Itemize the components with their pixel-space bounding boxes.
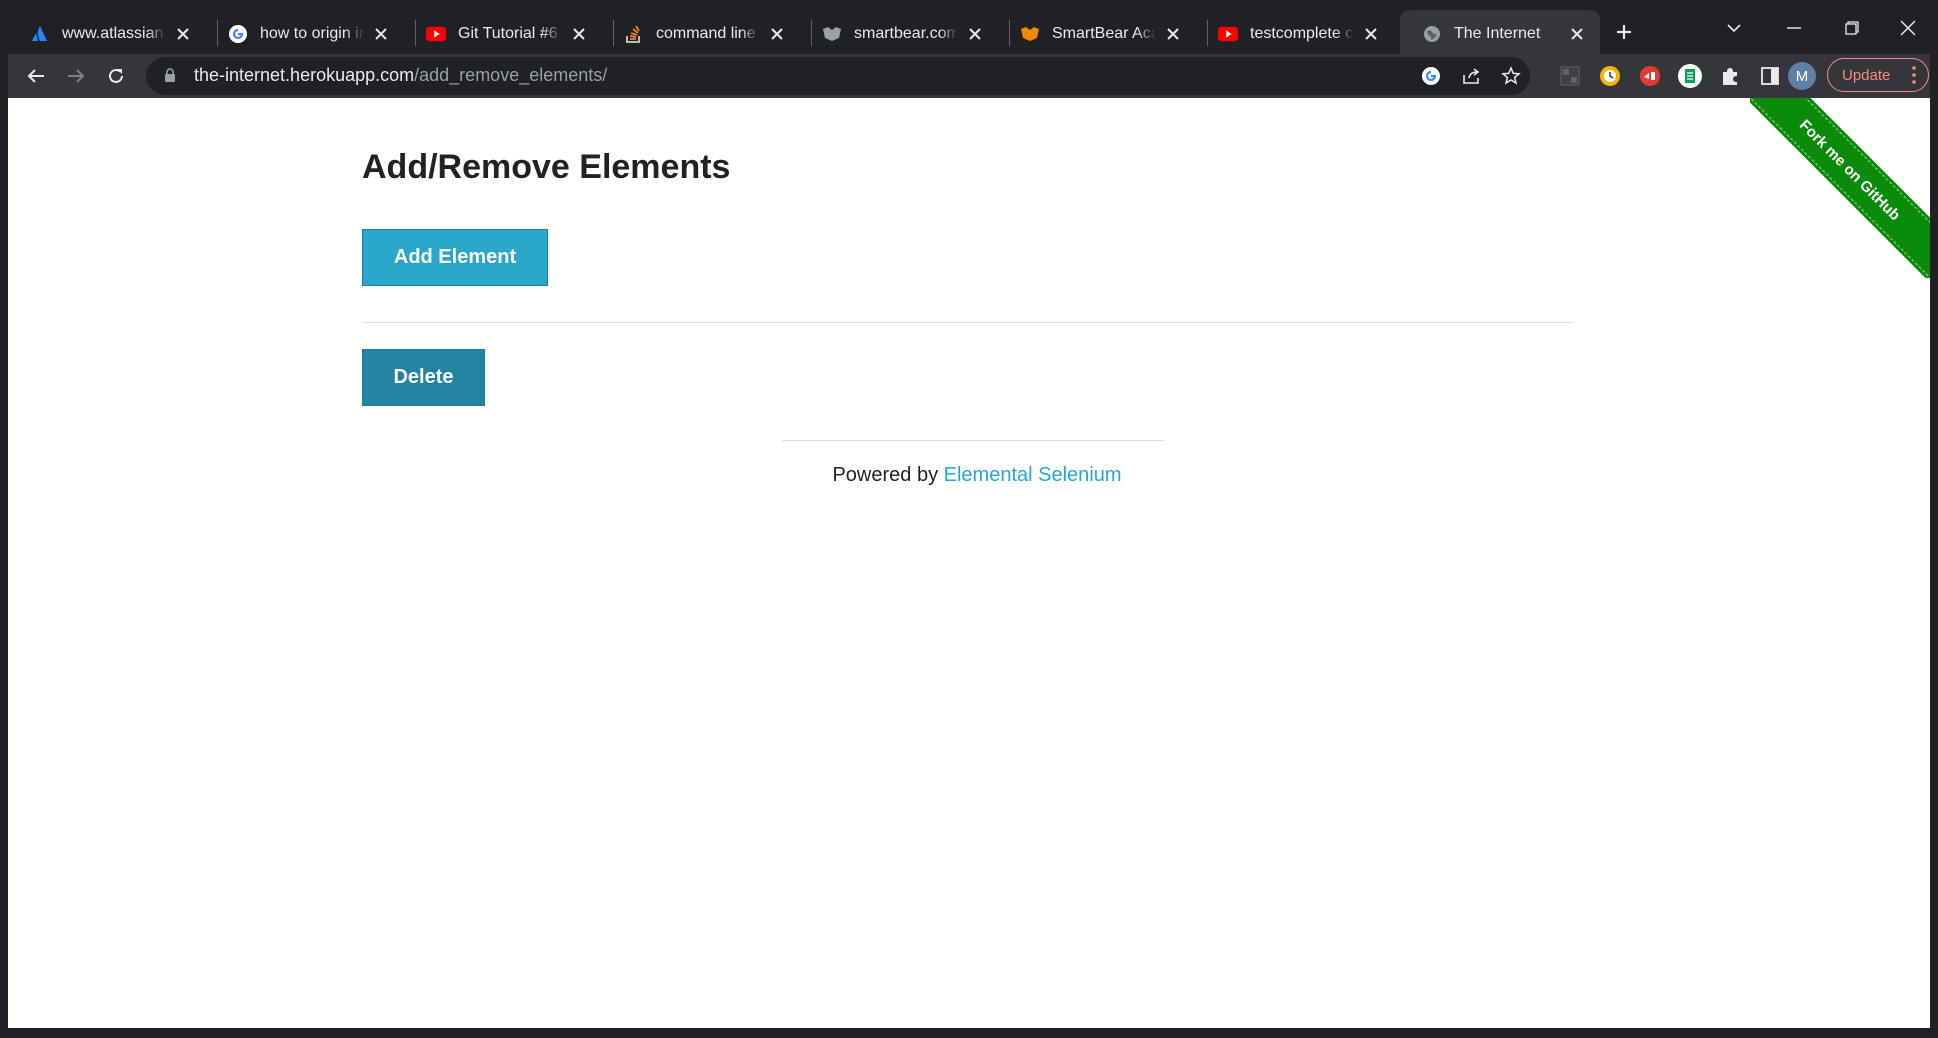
globe-icon	[1422, 24, 1442, 44]
lock-icon[interactable]	[164, 68, 176, 88]
share-icon[interactable]	[1458, 63, 1484, 89]
tab-git-tutorial[interactable]: Git Tutorial #6 - How	[404, 10, 602, 58]
extension-sheet-icon[interactable]	[1676, 62, 1704, 90]
back-button[interactable]	[18, 58, 54, 94]
delete-button[interactable]: Delete	[362, 349, 485, 406]
tab-title: command line - How	[656, 25, 760, 42]
page-viewport: Add/Remove Elements Add Element Delete P…	[8, 98, 1930, 1028]
google-icon	[228, 24, 248, 44]
profile-avatar[interactable]: M	[1788, 62, 1816, 90]
close-icon[interactable]	[1162, 23, 1184, 45]
url-path: /add_remove_elements/	[414, 65, 608, 85]
extension-red-icon[interactable]	[1636, 62, 1664, 90]
tab-google-search[interactable]: how to origin in git	[206, 10, 404, 58]
update-label: Update	[1842, 66, 1891, 84]
update-button[interactable]: Update	[1827, 58, 1929, 92]
close-icon[interactable]	[964, 23, 986, 45]
youtube-icon	[1218, 24, 1238, 44]
close-icon[interactable]	[1566, 23, 1588, 45]
atlassian-icon	[30, 24, 50, 44]
close-icon[interactable]	[1360, 23, 1382, 45]
tab-smartbear-academy[interactable]: SmartBear Academy	[998, 10, 1196, 58]
tab-title: SmartBear Academy	[1052, 25, 1156, 42]
extension-grid-icon[interactable]	[1556, 62, 1584, 90]
close-icon[interactable]	[370, 23, 392, 45]
tab-smartbear[interactable]: smartbear.com	[800, 10, 998, 58]
close-icon[interactable]	[766, 23, 788, 45]
extensions-puzzle-icon[interactable]	[1716, 62, 1744, 90]
forward-button[interactable]	[58, 58, 94, 94]
elemental-selenium-link[interactable]: Elemental Selenium	[944, 464, 1122, 486]
tab-title: testcomplete com	[1250, 25, 1354, 42]
extension-clock-icon[interactable]	[1596, 62, 1624, 90]
github-ribbon-container: Fork me on GitHub	[1750, 98, 1930, 278]
page-footer: Powered by Elemental Selenium	[8, 464, 1930, 487]
tab-title: how to origin in git	[260, 25, 364, 42]
tab-testcomplete[interactable]: testcomplete com	[1196, 10, 1394, 58]
side-panel-icon[interactable]	[1756, 62, 1784, 90]
footer-divider	[782, 440, 1165, 441]
new-tab-button[interactable]	[1606, 14, 1642, 50]
minimize-button[interactable]	[1776, 10, 1812, 46]
stackoverflow-icon	[624, 24, 644, 44]
footer-text: Powered by	[832, 464, 944, 486]
tab-strip: www.atlassian.com how to origin in git G…	[8, 0, 1930, 58]
tab-search-chevron-down-icon[interactable]	[1716, 10, 1752, 46]
divider	[362, 322, 1574, 323]
tab-atlassian[interactable]: www.atlassian.com	[8, 10, 206, 58]
tab-the-internet[interactable]: The Internet	[1400, 10, 1600, 58]
close-icon[interactable]	[172, 23, 194, 45]
youtube-icon	[426, 24, 446, 44]
browser-window: www.atlassian.com how to origin in git G…	[8, 0, 1930, 1038]
reload-button[interactable]	[98, 58, 134, 94]
close-window-button[interactable]	[1890, 10, 1926, 46]
tab-stackoverflow[interactable]: command line - How	[602, 10, 800, 58]
more-vert-icon	[1912, 66, 1916, 88]
address-bar[interactable]: the-internet.herokuapp.com/add_remove_el…	[146, 57, 1530, 95]
fork-me-on-github-ribbon[interactable]: Fork me on GitHub	[1750, 98, 1930, 277]
google-lens-icon[interactable]	[1418, 63, 1444, 89]
browser-toolbar: the-internet.herokuapp.com/add_remove_el…	[8, 54, 1930, 98]
url-text[interactable]: the-internet.herokuapp.com/add_remove_el…	[194, 65, 607, 86]
tab-title: smartbear.com	[854, 25, 958, 42]
add-element-button[interactable]: Add Element	[362, 229, 548, 286]
bookmark-star-icon[interactable]	[1498, 63, 1524, 89]
tab-title: The Internet	[1454, 25, 1541, 42]
close-icon[interactable]	[568, 23, 590, 45]
restore-button[interactable]	[1834, 10, 1870, 46]
tab-title: www.atlassian.com	[62, 25, 166, 42]
smartbear-academy-icon	[1020, 24, 1040, 44]
url-host: the-internet.herokuapp.com	[194, 65, 415, 85]
page-title: Add/Remove Elements	[362, 148, 731, 186]
tab-title: Git Tutorial #6 - How	[458, 25, 562, 42]
taskbar-edge	[8, 1028, 1930, 1038]
smartbear-icon	[822, 24, 842, 44]
